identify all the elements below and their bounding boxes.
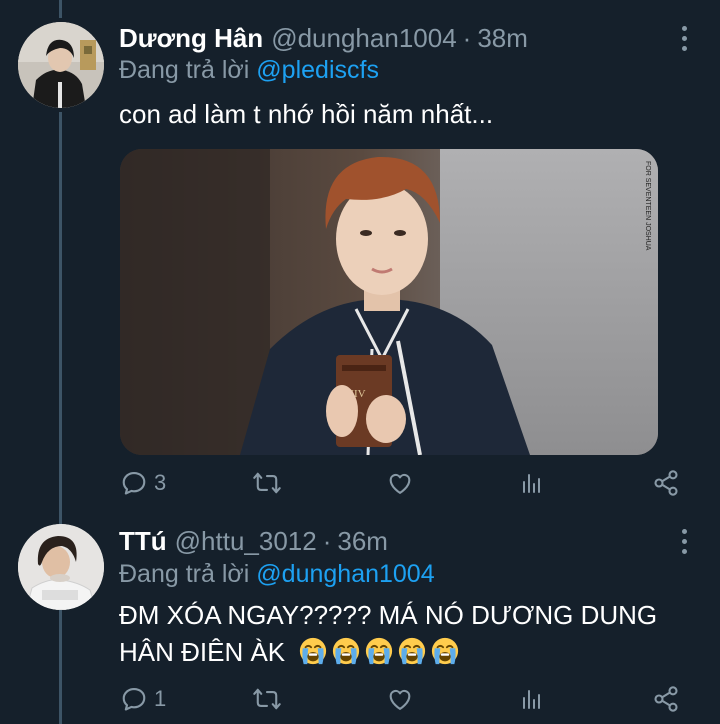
handle[interactable]: @httu_3012 [175, 526, 317, 557]
emoji-row [298, 637, 463, 667]
like-icon [389, 689, 411, 710]
loudly-crying-face-icon [333, 637, 360, 665]
tweet-text-line: HÂN ĐIÊN ÀK [119, 634, 699, 671]
tweet[interactable]: TTú @httu_3012 · 36m Đang trả lời @dungh… [0, 510, 720, 724]
reply-prefix: Đang trả lời [119, 560, 250, 588]
share-icon [654, 686, 678, 712]
handle[interactable]: @dunghan1004 [271, 23, 456, 54]
reply-icon [122, 472, 146, 495]
timestamp[interactable]: 36m [337, 526, 388, 557]
display-name[interactable]: Dương Hân [119, 23, 263, 54]
tweet-header: Dương Hân @dunghan1004 · 38m [119, 21, 528, 55]
reply-button[interactable]: 1 [120, 682, 166, 716]
more-icon[interactable] [678, 524, 690, 558]
reply-icon [122, 688, 146, 711]
tweet[interactable]: Dương Hân @dunghan1004 · 38m Đang trả lờ… [0, 0, 720, 510]
separator-dot: · [322, 525, 332, 556]
reply-button[interactable]: 3 [120, 466, 166, 500]
reply-context: Đang trả lời @plediscfs [119, 56, 379, 85]
loudly-crying-face-icon [300, 637, 327, 665]
media-watermark: FOR SEVENTEEN JOSHUA [644, 161, 651, 251]
tweet-actions: 3 [0, 466, 720, 500]
reply-count: 1 [154, 686, 167, 711]
reply-prefix: Đang trả lời [119, 56, 250, 84]
retweet-button[interactable] [252, 682, 282, 716]
tweet-text: ĐM XÓA NGAY????? MÁ NÓ DƯƠNG DUNG HÂN ĐI… [119, 597, 699, 671]
retweet-icon [253, 472, 281, 494]
loudly-crying-face-icon [366, 637, 393, 665]
loudly-crying-face-icon [399, 637, 426, 665]
like-icon [389, 473, 411, 494]
like-button[interactable] [386, 682, 414, 716]
display-name[interactable]: TTú [119, 526, 167, 557]
share-button[interactable] [652, 466, 680, 500]
tweet-text: con ad làm t nhớ hồi năm nhất... [119, 99, 494, 129]
separator-dot: · [462, 22, 472, 53]
retweet-icon [253, 688, 281, 710]
tweet-text-line-2: HÂN ĐIÊN ÀK [119, 637, 286, 667]
analytics-icon [523, 474, 540, 493]
more-icon[interactable] [678, 21, 690, 55]
avatar-image [18, 524, 104, 610]
retweet-button[interactable] [252, 466, 282, 500]
analytics-button[interactable] [520, 682, 544, 716]
reply-mention[interactable]: @dunghan1004 [256, 560, 434, 588]
tweet-header: TTú @httu_3012 · 36m [119, 524, 388, 558]
avatar-image [18, 22, 104, 108]
reply-count: 3 [154, 470, 167, 495]
reply-mention[interactable]: @plediscfs [256, 56, 379, 84]
timestamp[interactable]: 38m [477, 23, 528, 54]
reply-context: Đang trả lời @dunghan1004 [119, 560, 435, 589]
tweet-media[interactable]: NIV FOR SEVENTEEN JOSHUA [120, 149, 658, 455]
tweet-actions: 1 [0, 682, 720, 716]
like-button[interactable] [386, 466, 414, 500]
media-photo: NIV FOR SEVENTEEN JOSHUA [120, 149, 658, 455]
share-button[interactable] [652, 682, 680, 716]
tweet-text-line: ĐM XÓA NGAY????? MÁ NÓ DƯƠNG DUNG [119, 600, 658, 630]
analytics-button[interactable] [520, 466, 544, 500]
share-icon [654, 470, 678, 496]
avatar[interactable] [18, 524, 104, 610]
loudly-crying-face-icon [432, 637, 459, 665]
avatar[interactable] [18, 22, 104, 108]
analytics-icon [523, 690, 540, 709]
